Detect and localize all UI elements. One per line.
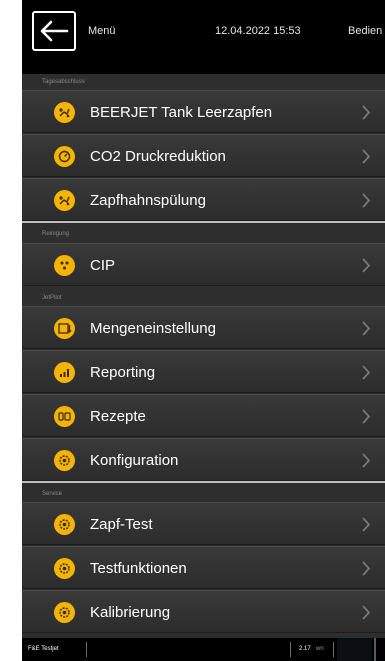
tap-icon (54, 102, 75, 123)
app-window: Menü 12.04.2022 15:53 Bedien Tagesabschl… (22, 0, 385, 661)
datetime: 12.04.2022 15:53 (215, 25, 301, 37)
menu-item-reporting[interactable]: Reporting (22, 350, 385, 393)
menu-item-label: CO2 Druckreduktion (90, 148, 226, 165)
section-header-tagesabschluss: Tagesabschluss (22, 74, 385, 90)
section-header-reinigung: Reinigung (22, 226, 385, 242)
menu-item-cip[interactable]: CIP (22, 243, 385, 286)
chevron-right-icon (362, 561, 371, 576)
status-separator (86, 642, 87, 657)
page-title: Menü (88, 25, 116, 37)
status-separator (333, 642, 334, 657)
menu-item-co2-druckreduktion[interactable]: CO2 Druckreduktion (22, 134, 385, 177)
cleaning-icon (54, 255, 75, 276)
menu-item-label: Kalibrierung (90, 604, 171, 621)
menu-item-label: Zapf-Test (90, 516, 153, 533)
section-header-jetpilot: JetPilot (22, 290, 385, 306)
arrow-left-icon (40, 20, 69, 42)
gear-icon (54, 450, 75, 471)
menu-item-beerjet-tank-leerzapfen[interactable]: BEERJET Tank Leerzapfen (22, 90, 385, 133)
pressure-gauge-icon (54, 146, 75, 167)
section-divider (22, 221, 385, 223)
chevron-right-icon (362, 258, 371, 273)
status-value: 2.17 (299, 646, 311, 652)
menu-item-konfiguration[interactable]: Konfiguration (22, 438, 385, 481)
menu-item-testfunktionen[interactable]: Testfunktionen (22, 546, 385, 589)
menu-item-kalibrierung[interactable]: Kalibrierung (22, 590, 385, 633)
user-label: Bedien (348, 25, 383, 37)
status-separator (290, 642, 291, 657)
chevron-right-icon (362, 105, 371, 120)
status-separator (374, 638, 376, 661)
menu-item-mengeneinstellung[interactable]: Mengeneinstellung (22, 306, 385, 349)
status-unit: wn (316, 646, 324, 652)
chevron-right-icon (362, 517, 371, 532)
chevron-right-icon (362, 321, 371, 336)
menu-item-label: BEERJET Tank Leerzapfen (90, 104, 273, 121)
menu-item-label: Mengeneinstellung (90, 320, 216, 337)
menu-item-label: Reporting (90, 364, 156, 381)
menu-item-label: Zapfhahnspülung (90, 192, 206, 209)
menu-item-label: CIP (90, 257, 116, 274)
machine-name: F&E Testjet (28, 646, 59, 652)
menu-item-zapfhahnspuelung[interactable]: Zapfhahnspülung (22, 178, 385, 221)
recipe-icon (54, 406, 75, 427)
menu-item-label: Rezepte (90, 408, 146, 425)
menu-item-label: Testfunktionen (90, 560, 187, 577)
chevron-right-icon (362, 365, 371, 380)
tap-rinse-icon (54, 190, 75, 211)
back-button[interactable] (32, 11, 76, 51)
chevron-right-icon (362, 149, 371, 164)
section-header-service: Service (22, 486, 385, 502)
quantity-icon (54, 318, 75, 339)
status-bar: F&E Testjet 2.17 wn (22, 638, 385, 661)
menu-item-zapf-test[interactable]: Zapf-Test (22, 502, 385, 545)
chevron-right-icon (362, 409, 371, 424)
top-bar: Menü 12.04.2022 15:53 Bedien (22, 0, 385, 74)
chevron-right-icon (362, 453, 371, 468)
menu-item-label: Konfiguration (90, 452, 179, 469)
chevron-right-icon (362, 193, 371, 208)
chevron-right-icon (362, 605, 371, 620)
status-indicator (337, 638, 372, 661)
gear-icon (54, 602, 75, 623)
menu-item-rezepte[interactable]: Rezepte (22, 394, 385, 437)
section-divider (22, 481, 385, 483)
gear-icon (54, 514, 75, 535)
gear-icon (54, 558, 75, 579)
chart-icon (54, 362, 75, 383)
